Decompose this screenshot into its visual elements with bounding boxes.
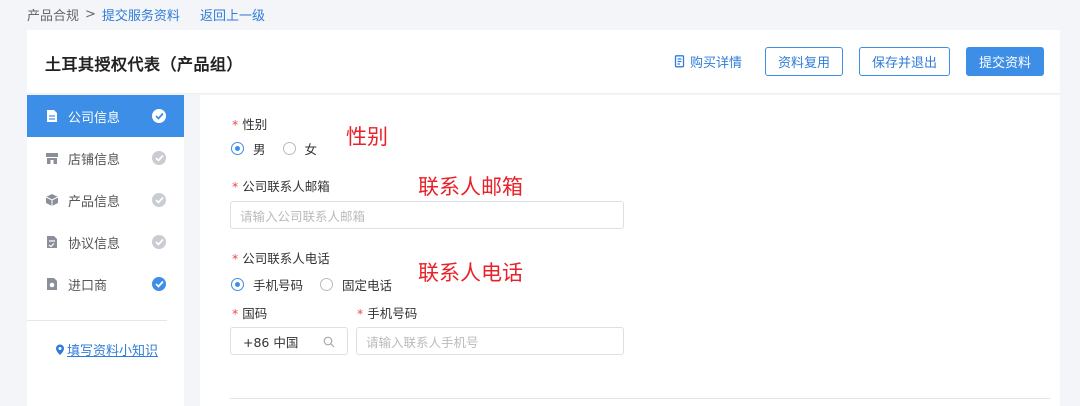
radio-label: 男 bbox=[253, 142, 266, 157]
radio-female[interactable] bbox=[282, 142, 296, 155]
gender-radio-group: 男 女 bbox=[231, 139, 334, 158]
filling-tips-link[interactable]: 填写资料小知识 bbox=[55, 340, 158, 359]
phone-label: * 公司联系人电话 bbox=[232, 251, 330, 266]
sidebar-item-label: 店铺信息 bbox=[68, 152, 121, 168]
form-panel: * 性别 男 女 * 公司联系人邮箱 请输入公司联系人邮箱 * 公司联系人电话 手机号… bbox=[200, 95, 1060, 406]
check-circle-icon bbox=[152, 193, 166, 207]
agreement-icon bbox=[45, 235, 59, 249]
country-code-select[interactable]: +86 中国 bbox=[230, 327, 348, 355]
phone-type-radio-group: 手机号码 固定电话 bbox=[231, 275, 409, 294]
required-mark: * bbox=[232, 251, 239, 266]
store-icon bbox=[45, 151, 59, 165]
sidebar-item-label: 公司信息 bbox=[68, 110, 121, 126]
sidebar-item-importer[interactable]: 进口商 bbox=[27, 263, 184, 305]
back-link[interactable]: 返回上一级 bbox=[200, 5, 265, 24]
breadcrumb-root[interactable]: 产品合规 bbox=[27, 5, 79, 24]
sidebar: 公司信息 店铺信息 产品信息 协议信息 进口商 填写资料小知识 bbox=[27, 95, 184, 406]
annotation-phone: 联系人电话 bbox=[418, 261, 523, 285]
sidebar-item-label: 产品信息 bbox=[68, 194, 121, 210]
annotation-gender: 性别 bbox=[346, 125, 388, 149]
country-code-value: +86 中国 bbox=[243, 334, 299, 350]
radio-label: 手机号码 bbox=[253, 278, 304, 293]
save-exit-button[interactable]: 保存并退出 bbox=[859, 47, 950, 76]
purchase-details-label: 购买详情 bbox=[690, 56, 743, 71]
receipt-icon bbox=[674, 55, 685, 68]
sidebar-item-store-info[interactable]: 店铺信息 bbox=[27, 137, 184, 179]
reuse-data-button[interactable]: 资料复用 bbox=[765, 47, 843, 76]
page-title: 土耳其授权代表（产品组） bbox=[45, 55, 244, 74]
check-circle-icon bbox=[152, 277, 166, 291]
breadcrumb-separator: > bbox=[85, 6, 96, 22]
box-icon bbox=[45, 193, 59, 207]
radio-label: 女 bbox=[304, 142, 318, 157]
mobile-label: * 手机号码 bbox=[357, 306, 418, 321]
annotation-email: 联系人邮箱 bbox=[418, 175, 523, 199]
radio-mobile[interactable] bbox=[231, 278, 244, 291]
mobile-input[interactable]: 请输入联系人手机号 bbox=[356, 327, 624, 355]
required-mark: * bbox=[232, 117, 239, 132]
sidebar-item-company-info[interactable]: 公司信息 bbox=[27, 95, 184, 137]
page-header: 土耳其授权代表（产品组） 购买详情 资料复用 保存并退出 提交资料 bbox=[27, 30, 1060, 94]
importer-icon bbox=[45, 277, 59, 291]
check-circle-icon bbox=[152, 235, 166, 249]
search-icon bbox=[323, 336, 335, 348]
breadcrumb-current: 提交服务资料 bbox=[101, 8, 180, 24]
section-divider bbox=[230, 398, 1050, 399]
check-circle-icon bbox=[152, 151, 166, 165]
sidebar-item-agreement-info[interactable]: 协议信息 bbox=[27, 221, 184, 263]
document-icon bbox=[45, 109, 59, 123]
radio-landline[interactable] bbox=[320, 278, 334, 291]
purchase-details-link[interactable]: 购买详情 bbox=[674, 52, 742, 71]
radio-male[interactable] bbox=[231, 142, 244, 155]
gender-label: * 性别 bbox=[232, 117, 268, 132]
check-circle-icon bbox=[152, 109, 166, 123]
location-pin-icon bbox=[56, 344, 64, 355]
radio-label: 固定电话 bbox=[342, 278, 393, 293]
filling-tips-label: 填写资料小知识 bbox=[67, 344, 159, 359]
email-label: * 公司联系人邮箱 bbox=[232, 179, 330, 194]
sidebar-divider bbox=[27, 320, 167, 321]
required-mark: * bbox=[357, 306, 364, 321]
email-input[interactable]: 请输入公司联系人邮箱 bbox=[230, 201, 624, 229]
country-code-label: * 国码 bbox=[232, 306, 268, 321]
sidebar-item-label: 进口商 bbox=[68, 278, 108, 294]
required-mark: * bbox=[232, 179, 239, 194]
sidebar-item-label: 协议信息 bbox=[68, 236, 121, 252]
breadcrumb: 产品合规 > 提交服务资料 返回上一级 bbox=[27, 5, 265, 24]
sidebar-item-product-info[interactable]: 产品信息 bbox=[27, 179, 184, 221]
required-mark: * bbox=[232, 306, 239, 321]
submit-button[interactable]: 提交资料 bbox=[966, 47, 1044, 76]
